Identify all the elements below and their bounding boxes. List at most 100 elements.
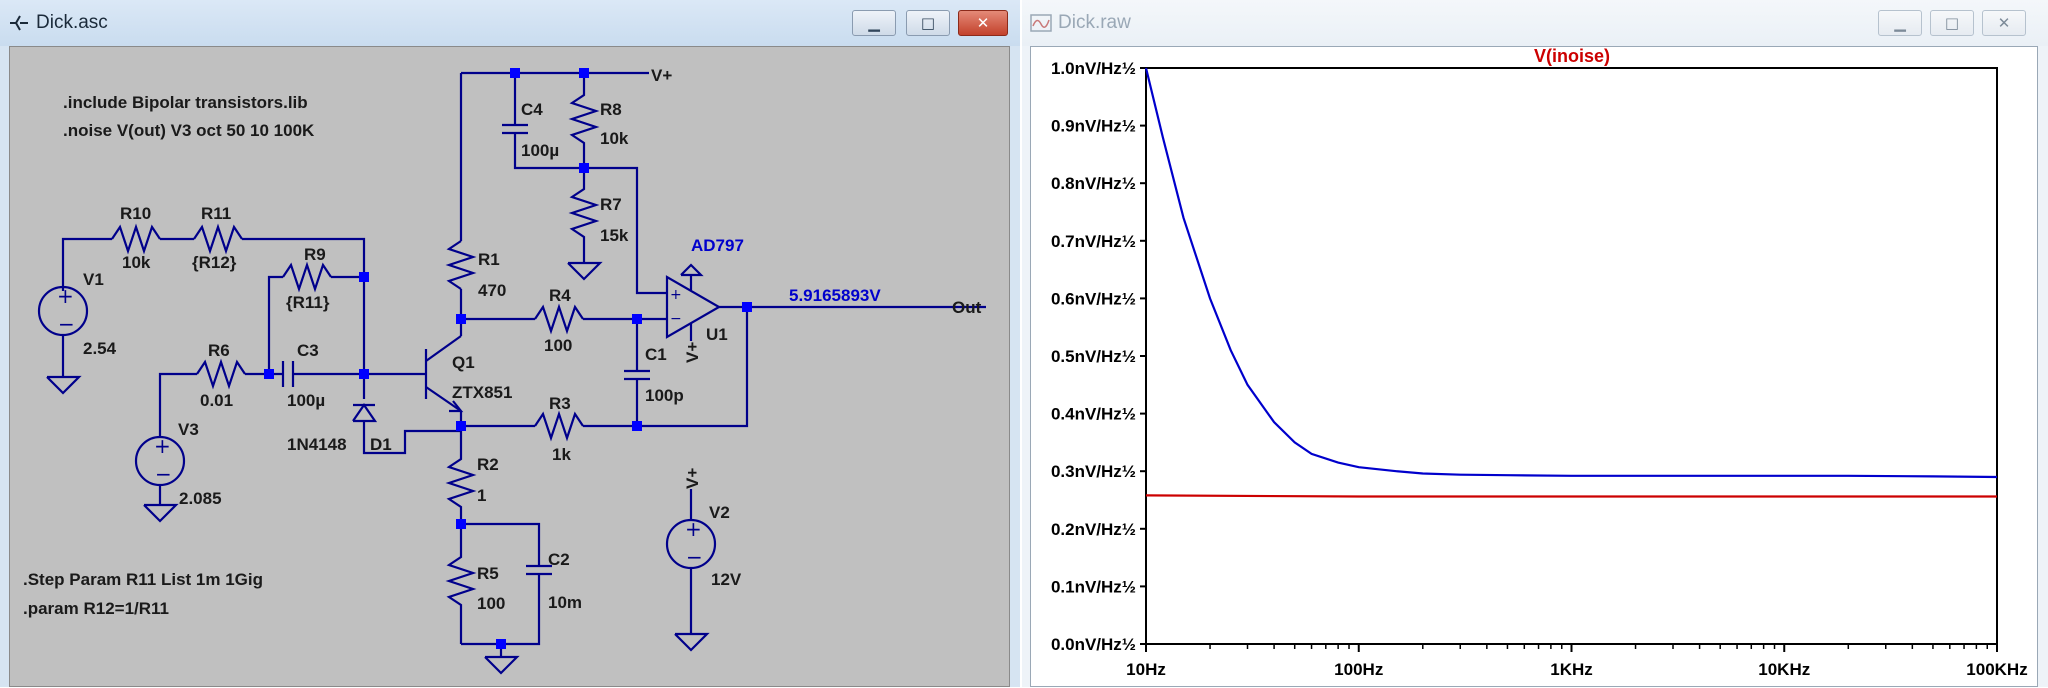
r5-value: 100 [477, 594, 505, 613]
plot-area[interactable] [1145, 67, 1998, 645]
y-tick-label: 0.8nV/Hz½ [1051, 174, 1136, 193]
vplus-v2-label: V+ [683, 468, 702, 489]
noise-plot[interactable]: V(inoise) 0.0nV/Hz½ 0.1nV/Hz½ 0.2nV/Hz½ 0.3… [1031, 47, 2039, 688]
close-icon: ✕ [976, 14, 990, 32]
r4-value: 100 [544, 336, 572, 355]
close-button[interactable]: ✕ [1982, 10, 2026, 36]
r8-name: R8 [600, 100, 622, 119]
waveform-window: Dick.raw ▁ □ ✕ V(inoise) 0.0nV/Hz½ 0.1nV/… [1022, 0, 2048, 687]
minimize-icon: ▁ [1894, 14, 1906, 32]
r9-name: R9 [304, 245, 326, 264]
r9-value: {R11} [286, 293, 330, 312]
y-tick-label: 0.9nV/Hz½ [1051, 117, 1136, 136]
r7-name: R7 [600, 195, 622, 214]
schematic-app-icon [10, 15, 28, 31]
c2-name: C2 [548, 550, 570, 569]
u1-name: U1 [706, 325, 728, 344]
traces [1144, 67, 1998, 498]
v3-value: 2.085 [179, 489, 222, 508]
c3-name: C3 [297, 341, 319, 360]
vplus-top-label: V+ [651, 66, 672, 85]
out-net-label: Out [952, 298, 982, 317]
waveform-app-icon [1030, 14, 1052, 32]
schematic-titlebar[interactable]: Dick.asc ▁ □ ✕ [0, 0, 1020, 46]
close-icon: ✕ [1997, 14, 2011, 32]
plot-title: V(inoise) [1534, 47, 1610, 66]
v2-value: 12V [711, 570, 742, 589]
r11-name: R11 [201, 204, 231, 223]
c4-name: C4 [521, 100, 543, 119]
trace-series-2[interactable] [1145, 494, 1997, 498]
r6-value: 0.01 [200, 391, 233, 410]
r7-value: 15k [600, 226, 629, 245]
d1-name: D1 [370, 435, 392, 454]
schematic-window-title: Dick.asc [36, 12, 108, 33]
minimize-button[interactable]: ▁ [852, 10, 896, 36]
minimize-button[interactable]: ▁ [1878, 10, 1922, 36]
y-tick-label: 0.6nV/Hz½ [1051, 289, 1136, 308]
noise-directive[interactable]: .noise V(out) V3 oct 50 10 100K [63, 121, 315, 140]
schematic-window: Dick.asc ▁ □ ✕ + − + − + − + − .include … [0, 0, 1020, 687]
x-tick-label: 10Hz [1126, 660, 1166, 679]
r2-value: 1 [477, 486, 486, 505]
maximize-icon: □ [920, 14, 936, 32]
maximize-icon: □ [1944, 14, 1960, 32]
out-voltage-annotation: 5.9165893V [789, 286, 881, 305]
q1-name: Q1 [452, 353, 475, 372]
include-directive[interactable]: .include Bipolar transistors.lib [63, 93, 308, 112]
r11-value: {R12} [192, 253, 237, 272]
v2-name: V2 [709, 503, 730, 522]
waveform-plot-pane[interactable]: V(inoise) 0.0nV/Hz½ 0.1nV/Hz½ 0.2nV/Hz½ 0.3… [1030, 46, 2038, 687]
r5-name: R5 [477, 564, 499, 583]
r1-name: R1 [478, 250, 500, 269]
c4-value: 100µ [521, 141, 559, 160]
y-tick-label: 0.1nV/Hz½ [1051, 577, 1136, 596]
maximize-button[interactable]: □ [906, 10, 950, 36]
y-tick-label: 0.5nV/Hz½ [1051, 347, 1136, 366]
x-tick-label: 1KHz [1550, 660, 1593, 679]
r3-value: 1k [552, 445, 571, 464]
step-directive[interactable]: .Step Param R11 List 1m 1Gig [23, 570, 263, 589]
svg-text:−: − [686, 545, 703, 569]
d1-part: 1N4148 [287, 435, 347, 454]
param-directive[interactable]: .param R12=1/R11 [23, 599, 169, 618]
r10-value: 10k [122, 253, 151, 272]
opamp-vplus-label: V+ [683, 342, 702, 363]
c1-value: 100p [645, 386, 684, 405]
c2-value: 10m [548, 593, 582, 612]
r3-name: R3 [549, 394, 571, 413]
maximize-button[interactable]: □ [1930, 10, 1974, 36]
q1-part: ZTX851 [452, 383, 512, 402]
minimize-icon: ▁ [868, 14, 880, 32]
schematic-canvas[interactable]: + − + − + − + − .include Bipolar transis… [9, 46, 1010, 687]
waveform-window-title: Dick.raw [1058, 12, 1131, 33]
r1-value: 470 [478, 281, 506, 300]
v3-name: V3 [178, 420, 199, 439]
close-button[interactable]: ✕ [958, 10, 1008, 36]
svg-text:−: − [155, 462, 172, 486]
y-tick-label: 0.3nV/Hz½ [1051, 462, 1136, 481]
x-axis: 10Hz 100Hz 1KHz 10KHz 100KHz [1126, 644, 2028, 679]
trace-series-1[interactable] [1144, 67, 1998, 479]
u1-part: AD797 [691, 236, 744, 255]
svg-text:+: + [154, 434, 171, 458]
waveform-titlebar[interactable]: Dick.raw ▁ □ ✕ [1022, 0, 2048, 46]
svg-text:−: − [58, 312, 75, 336]
svg-text:+: + [670, 287, 682, 303]
x-tick-label: 10KHz [1758, 660, 1810, 679]
x-tick-label: 100KHz [1966, 660, 2027, 679]
v1-value: 2.54 [83, 339, 117, 358]
r10-name: R10 [120, 204, 151, 223]
v1-name: V1 [83, 270, 104, 289]
c3-value: 100µ [287, 391, 325, 410]
svg-text:−: − [670, 311, 682, 327]
schematic-drawing[interactable]: + − + − + − + − .include Bipolar transis… [10, 47, 1011, 688]
x-tick-label: 100Hz [1334, 660, 1383, 679]
y-tick-label: 1.0nV/Hz½ [1051, 59, 1136, 78]
y-axis: 0.0nV/Hz½ 0.1nV/Hz½ 0.2nV/Hz½ 0.3nV/Hz½ 0.4n… [1051, 59, 1146, 654]
y-tick-label: 0.2nV/Hz½ [1051, 520, 1136, 539]
svg-text:+: + [685, 517, 702, 541]
svg-text:+: + [57, 284, 74, 308]
r6-name: R6 [208, 341, 230, 360]
y-tick-label: 0.0nV/Hz½ [1051, 635, 1136, 654]
